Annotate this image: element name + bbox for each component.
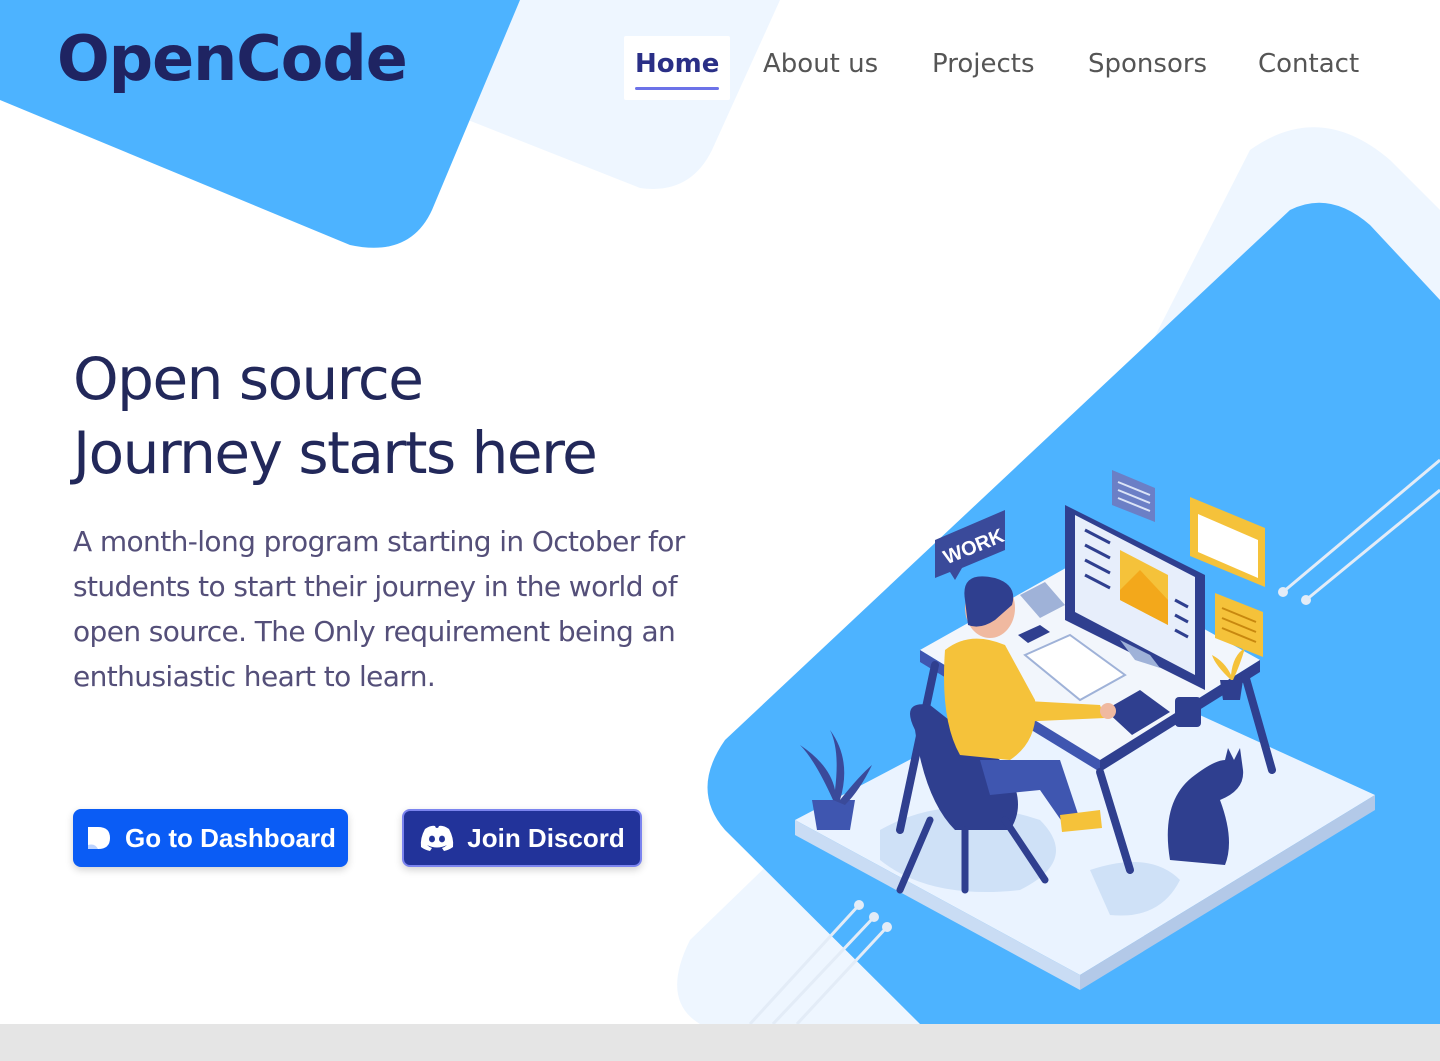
workspace-illustration (795, 470, 1375, 990)
landing-page: WORK OpenCode Home About us Projects Spo… (0, 0, 1440, 1024)
hero-description: A month-long program starting in October… (73, 525, 685, 693)
nav-item-contact[interactable]: Contact (1258, 36, 1359, 100)
nav-item-sponsors[interactable]: Sponsors (1088, 36, 1207, 100)
active-indicator (635, 87, 720, 90)
join-discord-button[interactable]: Join Discord (402, 809, 642, 867)
hero-title-line-2: Journey starts here (73, 419, 598, 487)
discord-icon (419, 824, 455, 852)
nav-item-projects[interactable]: Projects (932, 36, 1035, 100)
hero-title-line-1: Open source (73, 345, 424, 413)
bottom-scroll-area (0, 1024, 1440, 1061)
go-to-dashboard-button[interactable]: Go to Dashboard (73, 809, 348, 867)
nav-item-label: Home (635, 49, 720, 79)
go-to-dashboard-label: Go to Dashboard (125, 822, 336, 853)
join-discord-label: Join Discord (467, 822, 625, 853)
dashboard-logo-icon (85, 824, 113, 852)
nav-item-about-us[interactable]: About us (763, 36, 878, 100)
nav-item-home[interactable]: Home (624, 36, 731, 100)
main-nav: Home About us Projects Sponsors Contact (0, 36, 1440, 100)
hero-title: Open source Journey starts here (73, 342, 598, 490)
